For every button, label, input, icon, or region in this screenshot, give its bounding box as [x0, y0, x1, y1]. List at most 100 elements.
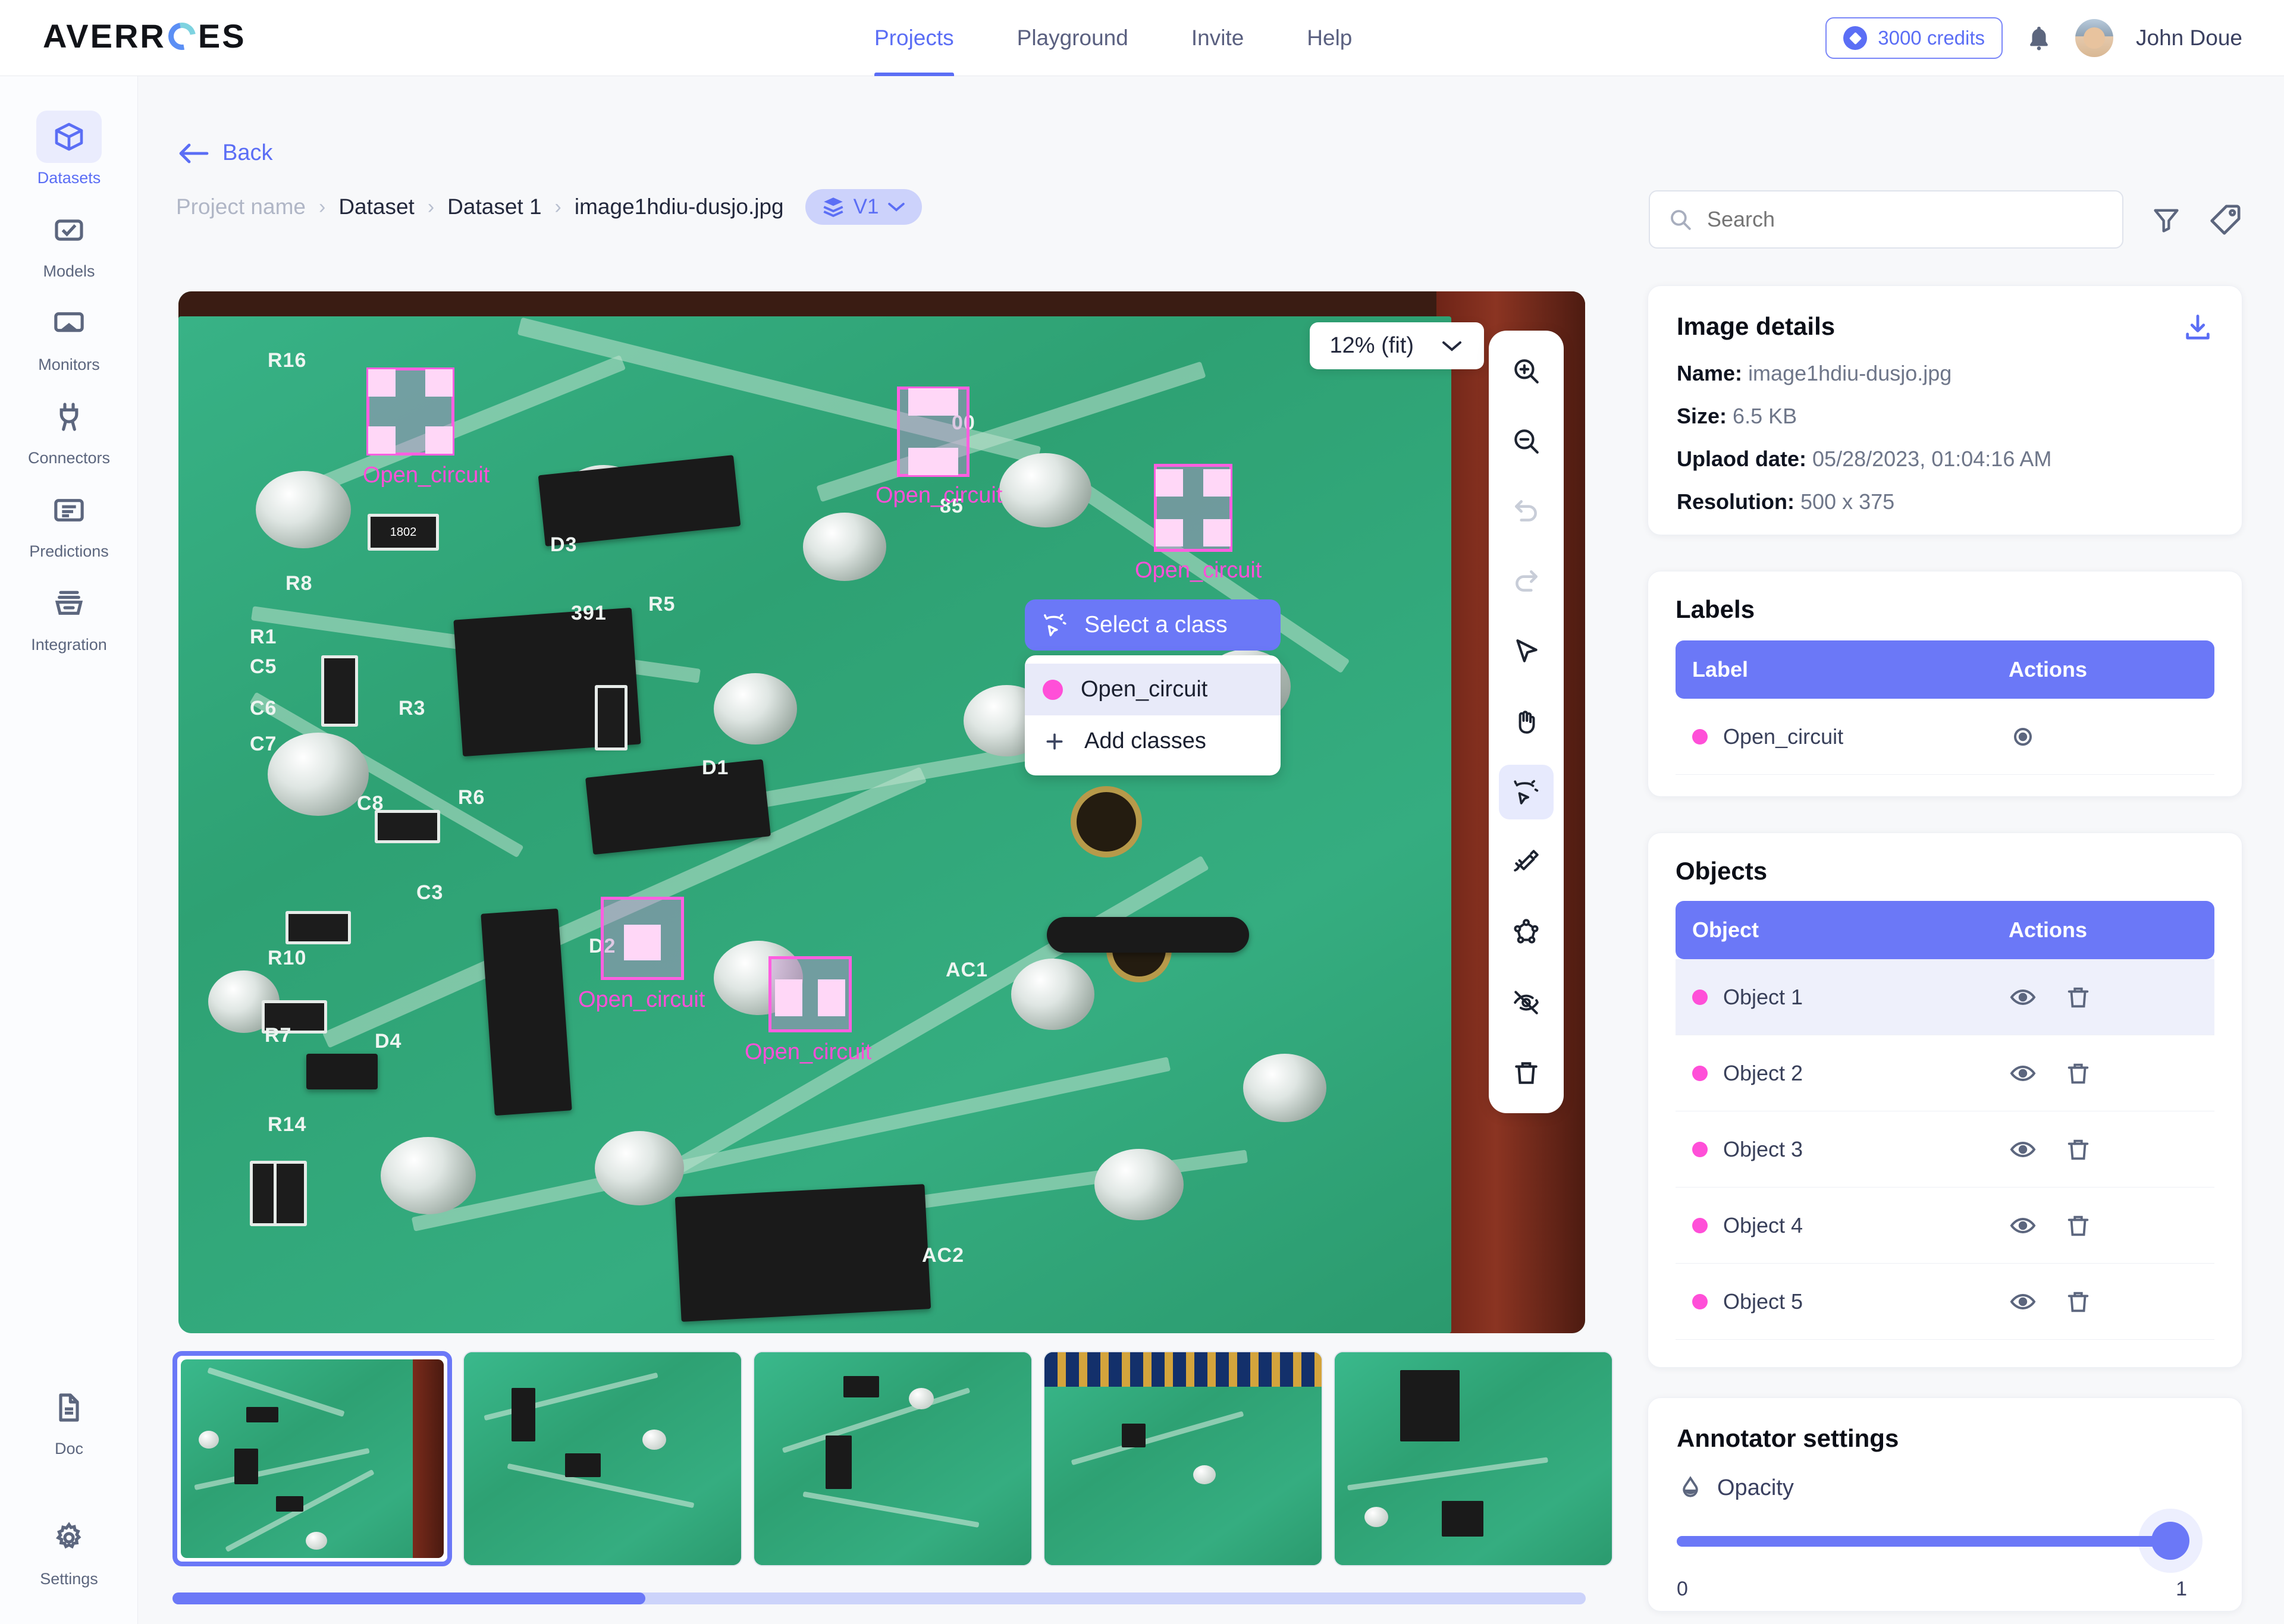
eye-icon[interactable]: [2009, 1211, 2037, 1240]
resize-handle[interactable]: [931, 388, 958, 416]
resize-handle[interactable]: [425, 426, 453, 454]
bell-icon[interactable]: [2025, 23, 2053, 53]
resize-handle[interactable]: [368, 426, 396, 454]
breadcrumb: Project name › Dataset › Dataset 1 › ima…: [176, 189, 922, 225]
breadcrumb-item-image[interactable]: image1hdiu-dusjo.jpg: [575, 194, 784, 219]
hide-eye-icon[interactable]: [1499, 975, 1554, 1030]
thumbnail-item[interactable]: [1334, 1351, 1613, 1566]
breadcrumb-item-project[interactable]: Project name: [176, 194, 306, 219]
thumbnail-item[interactable]: [463, 1351, 742, 1566]
labels-column-actions: Actions: [2009, 657, 2087, 682]
zoom-out-icon[interactable]: [1499, 414, 1554, 469]
image-detail-row-resolution: Resolution: 500 x 375: [1677, 489, 2213, 514]
annotation-canvas[interactable]: 1802 R16 R8 D3 R1 C5 C6 C7 R3 391 R5 C8 …: [178, 291, 1585, 1333]
stack-tray-icon: [36, 577, 102, 630]
polygon-icon[interactable]: [1499, 905, 1554, 960]
eye-icon[interactable]: [2009, 723, 2037, 751]
nav-item-invite[interactable]: Invite: [1191, 0, 1244, 76]
undo-icon[interactable]: [1499, 484, 1554, 539]
brand-logo[interactable]: AVERRES: [43, 17, 246, 55]
magic-select-icon[interactable]: [1499, 765, 1554, 819]
image-detail-row-name: Name: image1hdiu-dusjo.jpg: [1677, 361, 2213, 386]
thumbnail-item[interactable]: [753, 1351, 1033, 1566]
sidebar-item-datasets[interactable]: Datasets: [0, 100, 138, 193]
search-icon: [1668, 207, 1693, 232]
resize-handle[interactable]: [1203, 469, 1231, 497]
resize-handle[interactable]: [931, 448, 958, 475]
class-option-open-circuit[interactable]: Open_circuit: [1025, 664, 1281, 715]
table-row[interactable]: Object 4: [1676, 1188, 2214, 1264]
resize-handle[interactable]: [1156, 519, 1183, 546]
trash-icon[interactable]: [2065, 1288, 2092, 1315]
select-class-button[interactable]: Select a class: [1025, 599, 1281, 651]
annotation-label: Open_circuit: [876, 483, 1002, 508]
version-badge[interactable]: V1: [805, 189, 923, 225]
objects-column-actions: Actions: [2009, 918, 2087, 943]
labels-table-row[interactable]: Open_circuit: [1676, 699, 2214, 775]
resize-handle[interactable]: [425, 369, 453, 397]
breadcrumb-item-dataset[interactable]: Dataset: [338, 194, 415, 219]
trash-icon[interactable]: [2065, 1136, 2092, 1163]
hand-icon[interactable]: [1499, 695, 1554, 749]
eye-icon[interactable]: [2009, 1287, 2037, 1316]
nav-item-help[interactable]: Help: [1307, 0, 1352, 76]
sidebar-item-settings[interactable]: Settings: [0, 1501, 138, 1594]
tag-icon[interactable]: [2209, 203, 2242, 236]
eye-icon[interactable]: [2009, 983, 2037, 1012]
thumbnail-item[interactable]: [1043, 1351, 1323, 1566]
resize-handle[interactable]: [1203, 519, 1231, 546]
eye-icon[interactable]: [2009, 1059, 2037, 1088]
search-box[interactable]: [1649, 190, 2123, 249]
nav-item-playground[interactable]: Playground: [1017, 0, 1128, 76]
resize-handle[interactable]: [368, 369, 396, 397]
nav-item-projects[interactable]: Projects: [874, 0, 954, 76]
trash-icon[interactable]: [2065, 1212, 2092, 1239]
trash-icon[interactable]: [2065, 1060, 2092, 1087]
image-detail-value: 500 x 375: [1800, 489, 1894, 514]
sidebar-item-doc[interactable]: Doc: [0, 1371, 138, 1464]
thumbnail-item[interactable]: [172, 1351, 452, 1566]
sidebar-item-models[interactable]: Models: [0, 193, 138, 287]
image-detail-value: 6.5 KB: [1733, 404, 1797, 428]
cursor-icon[interactable]: [1499, 624, 1554, 679]
droplet-icon: [1677, 1474, 1704, 1502]
labels-table-header: Label Actions: [1676, 640, 2214, 699]
resize-handle[interactable]: [633, 933, 661, 960]
thumbnail-scrollbar[interactable]: [172, 1592, 1586, 1604]
opacity-label: Opacity: [1717, 1475, 1794, 1501]
sidebar-item-monitors[interactable]: Monitors: [0, 287, 138, 380]
breadcrumb-item-dataset1[interactable]: Dataset 1: [447, 194, 541, 219]
thumbnail-scrollbar-thumb[interactable]: [172, 1592, 645, 1604]
search-input[interactable]: [1707, 207, 2104, 232]
table-row[interactable]: Object 3: [1676, 1111, 2214, 1188]
sidebar-item-label: Datasets: [37, 169, 101, 187]
brush-icon[interactable]: [1499, 835, 1554, 890]
trash-icon[interactable]: [2065, 984, 2092, 1011]
resize-handle[interactable]: [1156, 469, 1183, 497]
gear-icon: [36, 1512, 102, 1564]
resize-handle[interactable]: [775, 989, 802, 1016]
opacity-slider-knob[interactable]: [2151, 1522, 2189, 1560]
opacity-slider[interactable]: [1677, 1536, 2187, 1547]
resize-handle[interactable]: [818, 989, 845, 1016]
image-detail-value: image1hdiu-dusjo.jpg: [1748, 361, 1952, 385]
filter-icon[interactable]: [2151, 204, 2182, 235]
sidebar: Datasets Models Monitors Connectors Pred…: [0, 76, 138, 1624]
eye-icon[interactable]: [2009, 1135, 2037, 1164]
back-button[interactable]: Back: [178, 140, 272, 166]
avatar[interactable]: [2075, 19, 2113, 57]
table-row[interactable]: Object 5: [1676, 1264, 2214, 1340]
sidebar-item-connectors[interactable]: Connectors: [0, 380, 138, 473]
add-classes-button[interactable]: Add classes: [1025, 715, 1281, 767]
credits-button[interactable]: 3000 credits: [1825, 17, 2003, 59]
class-option-label: Open_circuit: [1081, 677, 1207, 702]
download-icon[interactable]: [2182, 312, 2213, 343]
zoom-level-select[interactable]: 12% (fit): [1310, 322, 1484, 369]
table-row[interactable]: Object 1: [1676, 959, 2214, 1035]
trash-icon[interactable]: [1499, 1045, 1554, 1100]
sidebar-item-integration[interactable]: Integration: [0, 567, 138, 660]
redo-icon[interactable]: [1499, 554, 1554, 609]
table-row[interactable]: Object 2: [1676, 1035, 2214, 1111]
zoom-in-icon[interactable]: [1499, 344, 1554, 398]
sidebar-item-predictions[interactable]: Predictions: [0, 473, 138, 567]
